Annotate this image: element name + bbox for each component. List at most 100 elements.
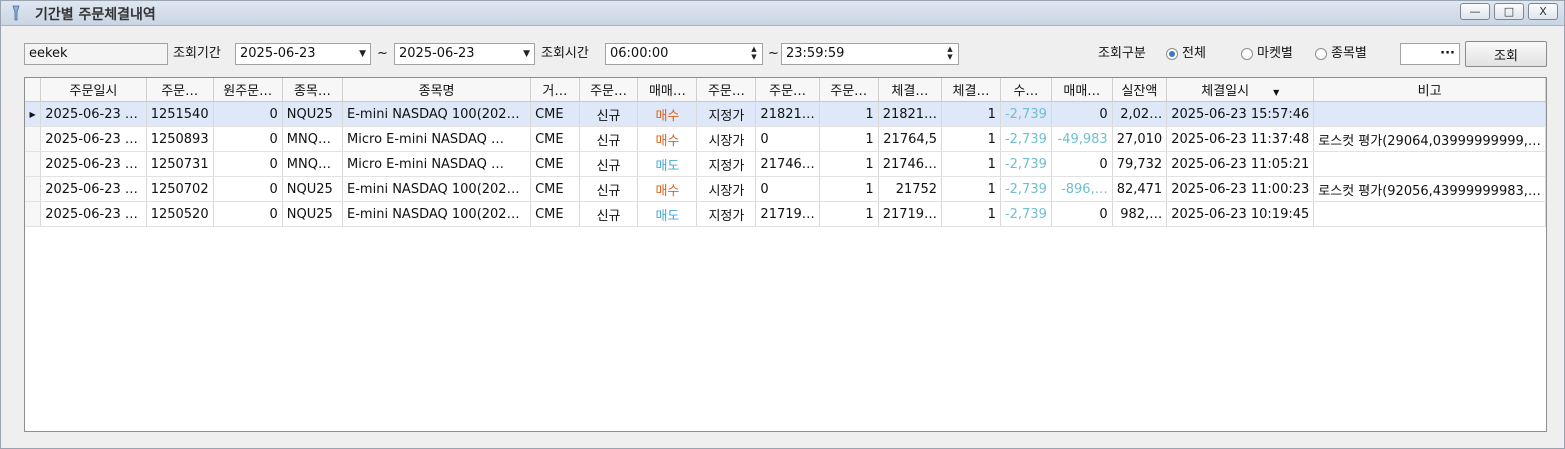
table-cell[interactable]: 신규 [579,101,639,127]
table-cell[interactable]: 지정가 [696,201,757,227]
table-cell[interactable]: 매수 [637,176,698,202]
column-header[interactable]: 수… [1000,78,1052,102]
table-cell[interactable]: 1 [941,101,1001,127]
table-cell[interactable] [1313,101,1546,127]
table-cell[interactable]: 신규 [579,126,639,152]
table-cell[interactable]: 2025-06-23 11:37:48 [1166,126,1315,152]
radio-market[interactable]: 마켓별 [1241,43,1293,65]
table-cell[interactable]: 2025-06-23 11:00:23 [1166,176,1315,202]
table-cell[interactable]: 1 [941,151,1001,177]
table-cell[interactable]: 21746… [878,151,943,177]
table-cell[interactable]: NQU25 [282,201,344,227]
table-cell[interactable]: 0 [1051,101,1113,127]
table-cell[interactable]: CME [530,126,580,152]
table-cell[interactable]: 1250702 [146,176,214,202]
table-cell[interactable]: 1251540 [146,101,214,127]
table-cell[interactable]: 2025-06-23 11:05:21 [1166,151,1315,177]
table-cell[interactable]: 매수 [637,126,698,152]
table-cell[interactable]: 2025-06-23 … [40,176,147,202]
table-cell[interactable]: 0 [213,151,283,177]
date-to-select[interactable]: 2025-06-23 ▼ [394,43,535,65]
table-cell[interactable]: -49,983 [1051,126,1113,152]
table-cell[interactable]: 시장가 [696,126,757,152]
column-header[interactable]: 종목… [282,78,344,102]
spinner-arrows-icon[interactable]: ▲ ▼ [749,45,759,63]
column-header[interactable]: 매매… [1051,78,1113,102]
table-cell[interactable]: 1 [941,126,1001,152]
table-cell[interactable]: 2025-06-23 … [40,126,147,152]
close-button[interactable]: X [1528,3,1558,20]
table-cell[interactable]: E-mini NASDAQ 100(202… [342,101,532,127]
table-cell[interactable]: 0 [1051,201,1113,227]
table-cell[interactable]: -2,739 [1000,201,1052,227]
table-cell[interactable]: 21746… [755,151,820,177]
table-cell[interactable]: -2,739 [1000,176,1052,202]
column-header[interactable]: 주문… [755,78,820,102]
table-cell[interactable]: NQU25 [282,101,344,127]
table-cell[interactable]: 로스컷 평가(29064,03999999999,… [1313,126,1546,152]
table-cell[interactable]: 21821… [878,101,943,127]
table-row[interactable]: 2025-06-23 … 1250893 0 MNQ… Micro E-mini NAS… [25,126,1546,152]
table-cell[interactable]: 0 [213,176,283,202]
table-cell[interactable]: 0 [213,126,283,152]
table-cell[interactable]: 신규 [579,176,639,202]
table-cell[interactable]: 1250520 [146,201,214,227]
table-cell[interactable]: 신규 [579,151,639,177]
table-cell[interactable]: 2,02… [1112,101,1168,127]
table-cell[interactable]: CME [530,201,580,227]
table-cell[interactable]: 매수 [637,101,698,127]
maximize-button[interactable]: □ [1494,3,1524,20]
column-header[interactable]: 매매… [637,78,698,102]
table-cell[interactable]: -2,739 [1000,101,1052,127]
table-cell[interactable]: 지정가 [696,101,757,127]
column-header[interactable]: 주문일시 [40,78,147,102]
table-cell[interactable]: CME [530,101,580,127]
radio-all[interactable]: 전체 [1166,43,1206,65]
column-header[interactable]: 체결… [878,78,943,102]
table-cell[interactable]: 1250893 [146,126,214,152]
table-row[interactable]: ▶ 2025-06-23 … 1251540 0 NQU25 E-mini NASDAQ … [25,101,1546,127]
table-cell[interactable]: 1 [819,176,879,202]
table-cell[interactable]: Micro E-mini NASDAQ … [342,126,532,152]
column-header[interactable]: 체결일시 ▼ [1166,78,1315,102]
table-cell[interactable] [1313,151,1546,177]
column-header[interactable]: 거… [530,78,580,102]
table-cell[interactable]: -896,… [1051,176,1113,202]
browse-button[interactable]: ··· [1400,43,1460,65]
table-cell[interactable]: 82,471 [1112,176,1168,202]
table-cell[interactable]: 27,010 [1112,126,1168,152]
column-header[interactable]: 주문… [146,78,214,102]
table-cell[interactable]: 0 [213,101,283,127]
table-cell[interactable]: 1 [819,126,879,152]
table-cell[interactable]: 0 [1051,151,1113,177]
account-field[interactable]: eekek [24,43,168,65]
column-header[interactable]: 체결… [941,78,1001,102]
table-cell[interactable]: 매도 [637,201,698,227]
table-cell[interactable]: CME [530,151,580,177]
column-header[interactable]: 비고 [1313,78,1546,102]
spinner-arrows-icon[interactable]: ▲ ▼ [945,45,955,63]
table-cell[interactable]: 1 [819,151,879,177]
table-row[interactable]: 2025-06-23 … 1250731 0 MNQ… Micro E-mini NAS… [25,151,1546,177]
table-cell[interactable]: 매도 [637,151,698,177]
table-cell[interactable]: 신규 [579,201,639,227]
table-cell[interactable]: MNQ… [282,126,344,152]
table-cell[interactable]: E-mini NASDAQ 100(202… [342,176,532,202]
title-bar[interactable]: 기간별 주문체결내역 — □ X [1,1,1564,26]
table-cell[interactable]: 21752 [878,176,943,202]
minimize-button[interactable]: — [1460,3,1490,20]
column-header[interactable]: 실잔액 [1112,78,1168,102]
table-cell[interactable]: 로스컷 평가(92056,43999999983,… [1313,176,1546,202]
time-from-spinner[interactable]: 06:00:00 ▲ ▼ [605,43,763,65]
table-cell[interactable]: 0 [755,126,820,152]
table-cell[interactable]: 2025-06-23 … [40,151,147,177]
table-cell[interactable]: NQU25 [282,176,344,202]
table-cell[interactable]: 시장가 [696,176,757,202]
table-cell[interactable]: 1 [819,101,879,127]
table-cell[interactable]: 21719… [755,201,820,227]
table-cell[interactable]: 21764,5 [878,126,943,152]
date-from-select[interactable]: 2025-06-23 ▼ [235,43,371,65]
table-cell[interactable]: -2,739 [1000,151,1052,177]
table-cell[interactable]: 1 [819,201,879,227]
table-cell[interactable]: 지정가 [696,151,757,177]
